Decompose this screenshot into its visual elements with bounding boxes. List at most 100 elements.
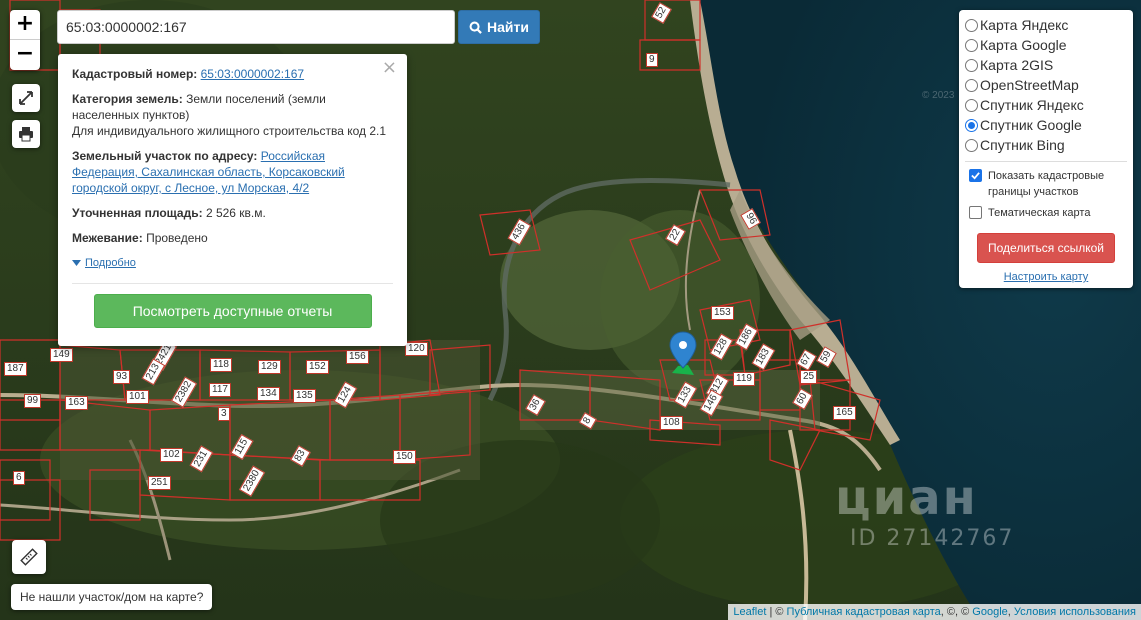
cadastre-checkbox[interactable] bbox=[969, 169, 982, 182]
layer-option[interactable]: Карта Яндекс bbox=[965, 15, 1127, 35]
parcel-number-label[interactable]: 187 bbox=[4, 362, 27, 376]
parcel-number-label[interactable]: 120 bbox=[405, 342, 428, 356]
survey-row: Межевание: Проведено bbox=[72, 230, 393, 246]
details-toggle[interactable]: Подробно bbox=[72, 255, 393, 271]
layers-divider bbox=[965, 161, 1127, 162]
google-link[interactable]: Google bbox=[972, 606, 1007, 618]
details-link: Подробно bbox=[85, 257, 136, 269]
cadastre-toggle-label: Показать кадастровые границы участков bbox=[988, 170, 1105, 198]
survey-value: Проведено bbox=[146, 231, 208, 245]
attribution-sep: , ©, © bbox=[940, 606, 973, 618]
watermark-id: ID 27142767 bbox=[850, 526, 1015, 551]
parcel-number-label[interactable]: 93 bbox=[113, 370, 131, 384]
land-category-label: Категория земель: bbox=[72, 92, 183, 106]
parcel-number-label[interactable]: 3 bbox=[218, 407, 230, 421]
parcel-number-label[interactable]: 129 bbox=[258, 360, 281, 374]
faint-watermark: © 2023 bbox=[922, 90, 955, 101]
layer-option[interactable]: Спутник Google bbox=[965, 115, 1127, 135]
checkmark-icon bbox=[971, 172, 980, 180]
layer-option-label: Карта Google bbox=[980, 37, 1067, 53]
search-button[interactable]: Найти bbox=[458, 10, 540, 44]
zoom-control: + − bbox=[10, 10, 40, 70]
zoom-in-button[interactable]: + bbox=[10, 10, 40, 40]
watermark-brand: циан bbox=[835, 470, 978, 526]
parcel-number-label[interactable]: 99 bbox=[24, 394, 42, 408]
layer-option-label: Карта 2GIS bbox=[980, 57, 1054, 73]
layer-option[interactable]: Карта 2GIS bbox=[965, 55, 1127, 75]
parcel-number-label[interactable]: 153 bbox=[711, 306, 734, 320]
area-value: 2 526 кв.м. bbox=[205, 206, 266, 220]
search-icon bbox=[469, 21, 482, 34]
measure-button[interactable] bbox=[12, 540, 46, 574]
map-layers-panel: Карта Яндекс Карта Google Карта 2GIS OpenSt… bbox=[959, 10, 1133, 288]
terms-link[interactable]: Условия использования bbox=[1014, 606, 1136, 618]
radio-button[interactable] bbox=[965, 18, 978, 32]
print-button[interactable] bbox=[12, 120, 40, 148]
radio-button[interactable] bbox=[965, 138, 978, 152]
parcel-number-label[interactable]: 251 bbox=[148, 476, 171, 490]
thematic-checkbox[interactable] bbox=[969, 206, 982, 219]
parcel-number-label[interactable]: 117 bbox=[209, 383, 231, 397]
thematic-toggle[interactable]: Тематическая карта bbox=[965, 205, 1127, 221]
view-reports-button[interactable]: Посмотреть доступные отчеты bbox=[93, 294, 372, 328]
area-row: Уточненная площадь: 2 526 кв.м. bbox=[72, 205, 393, 221]
layer-option-label: Спутник Яндекс bbox=[980, 97, 1084, 113]
leaflet-link[interactable]: Leaflet bbox=[733, 606, 766, 618]
parcel-number-label[interactable]: 165 bbox=[833, 406, 856, 420]
search-button-label: Найти bbox=[487, 19, 529, 35]
close-icon[interactable]: × bbox=[382, 59, 397, 77]
land-category-row: Категория земель: Земли поселений (земли… bbox=[72, 91, 393, 139]
cadastral-number-link[interactable]: 65:03:0000002:167 bbox=[201, 67, 304, 81]
radio-button[interactable] bbox=[965, 78, 978, 92]
parcel-number-label[interactable]: 118 bbox=[210, 358, 232, 372]
layer-option-label: Спутник Bing bbox=[980, 137, 1065, 153]
popup-divider bbox=[72, 283, 393, 284]
parcel-number-label[interactable]: 25 bbox=[800, 370, 818, 384]
cadastral-number-label: Кадастровый номер: bbox=[72, 67, 198, 81]
expand-icon bbox=[19, 91, 33, 105]
address-label: Земельный участок по адресу: bbox=[72, 149, 258, 163]
cadastral-search-input[interactable]: 65:03:0000002:167 bbox=[57, 10, 455, 44]
parcel-number-label[interactable]: 101 bbox=[126, 390, 149, 404]
layer-option[interactable]: Спутник Яндекс bbox=[965, 95, 1127, 115]
layer-option-label: OpenStreetMap bbox=[980, 77, 1079, 93]
not-found-button[interactable]: Не нашли участок/дом на карте? bbox=[11, 584, 213, 610]
cadastre-toggle[interactable]: Показать кадастровые границы участков bbox=[965, 168, 1127, 200]
layer-option[interactable]: OpenStreetMap bbox=[965, 75, 1127, 95]
configure-map-link[interactable]: Настроить карту bbox=[965, 271, 1127, 283]
radio-button[interactable] bbox=[965, 118, 978, 132]
printer-icon bbox=[19, 127, 33, 142]
parcel-number-label[interactable]: 102 bbox=[160, 448, 183, 462]
parcel-number-label[interactable]: 150 bbox=[393, 450, 416, 464]
parcel-number-label[interactable]: 9 bbox=[646, 53, 658, 67]
ruler-icon bbox=[20, 548, 38, 566]
parcel-number-label[interactable]: 135 bbox=[293, 389, 316, 403]
parcel-number-label[interactable]: 6 bbox=[13, 471, 25, 485]
attribution-sep: | © bbox=[766, 606, 787, 618]
permitted-use-value: Для индивидуального жилищного строительс… bbox=[72, 124, 387, 138]
layer-option-label: Карта Яндекс bbox=[980, 17, 1069, 33]
parcel-number-label[interactable]: 108 bbox=[660, 416, 683, 430]
layer-option[interactable]: Карта Google bbox=[965, 35, 1127, 55]
parcel-number-label[interactable]: 119 bbox=[733, 372, 755, 386]
parcel-number-label[interactable]: 149 bbox=[50, 348, 73, 362]
radio-button[interactable] bbox=[965, 58, 978, 72]
pkk-link[interactable]: Публичная кадастровая карта bbox=[787, 606, 941, 618]
address-row: Земельный участок по адресу: Российская … bbox=[72, 148, 393, 196]
radio-button[interactable] bbox=[965, 38, 978, 52]
cian-watermark: циан ID 27142767 bbox=[835, 470, 1014, 551]
cadastral-number-row: Кадастровый номер: 65:03:0000002:167 bbox=[72, 66, 393, 82]
map-attribution: Leaflet | © Публичная кадастровая карта,… bbox=[728, 604, 1141, 620]
layer-option[interactable]: Спутник Bing bbox=[965, 135, 1127, 155]
parcel-info-popup: × Кадастровый номер: 65:03:0000002:167 К… bbox=[58, 54, 407, 346]
zoom-out-button[interactable]: − bbox=[10, 40, 40, 70]
layer-option-label: Спутник Google bbox=[980, 117, 1082, 133]
parcel-number-label[interactable]: 134 bbox=[257, 387, 280, 401]
area-label: Уточненная площадь: bbox=[72, 206, 203, 220]
share-link-button[interactable]: Поделиться ссылкой bbox=[977, 233, 1115, 263]
radio-button[interactable] bbox=[965, 98, 978, 112]
parcel-number-label[interactable]: 152 bbox=[306, 360, 329, 374]
fullscreen-button[interactable] bbox=[12, 84, 40, 112]
parcel-number-label[interactable]: 163 bbox=[65, 396, 88, 410]
parcel-number-label[interactable]: 156 bbox=[346, 350, 369, 364]
